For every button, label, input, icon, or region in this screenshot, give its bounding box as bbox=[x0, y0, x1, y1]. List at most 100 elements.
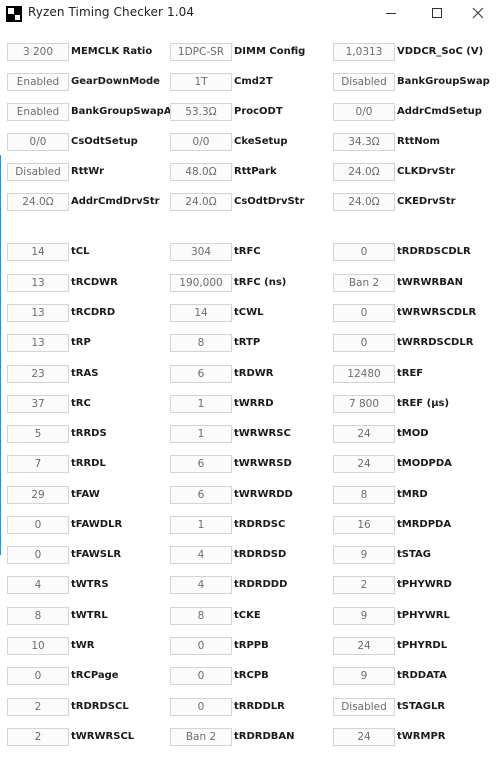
timing-value-field[interactable]: 24.0Ω bbox=[333, 193, 395, 211]
timing-value-field[interactable]: 0 bbox=[170, 698, 232, 716]
timing-value-field[interactable]: 34.3Ω bbox=[333, 133, 395, 151]
timing-value-field[interactable]: 37 bbox=[7, 395, 69, 413]
timing-value-field[interactable]: 24 bbox=[333, 637, 395, 655]
timing-value-field[interactable]: 13 bbox=[7, 334, 69, 352]
timing-value-field[interactable]: 1,0313 bbox=[333, 43, 395, 61]
timing-value-field[interactable]: 8 bbox=[170, 334, 232, 352]
timing-label: RttWr bbox=[71, 166, 105, 177]
timing-value-field[interactable]: Enabled bbox=[7, 73, 69, 91]
timing-value-field[interactable]: 6 bbox=[170, 455, 232, 473]
timing-value-field[interactable]: 13 bbox=[7, 274, 69, 292]
timing-value-field[interactable]: 2 bbox=[333, 576, 395, 594]
timing-value-field[interactable]: 0 bbox=[333, 334, 395, 352]
minimize-button[interactable] bbox=[368, 0, 414, 26]
timing-label: Cmd2T bbox=[234, 76, 273, 87]
timing-value-field[interactable]: 53.3Ω bbox=[170, 103, 232, 121]
timing-label: tMOD bbox=[397, 428, 429, 439]
timing-value-field[interactable]: 23 bbox=[7, 365, 69, 383]
timing-label: AddrCmdDrvStr bbox=[71, 196, 160, 207]
timing-label: tWRRDSCDLR bbox=[397, 337, 474, 348]
maximize-button[interactable] bbox=[414, 0, 460, 26]
timing-value-field[interactable]: 24.0Ω bbox=[170, 193, 232, 211]
timing-value-field[interactable]: Disabled bbox=[333, 698, 395, 716]
timing-value-field[interactable]: 10 bbox=[7, 637, 69, 655]
timing-value-field[interactable]: 2 bbox=[7, 698, 69, 716]
timing-value-field[interactable]: 0 bbox=[170, 637, 232, 655]
timing-value-field[interactable]: 2 bbox=[7, 728, 69, 746]
timing-value-field[interactable]: 24 bbox=[333, 455, 395, 473]
timing-value-field[interactable]: 8 bbox=[7, 607, 69, 625]
timing-value-field[interactable]: 8 bbox=[170, 607, 232, 625]
timing-value-field[interactable]: 24.0Ω bbox=[333, 163, 395, 181]
close-button[interactable] bbox=[455, 0, 501, 26]
timing-value-field[interactable]: 304 bbox=[170, 243, 232, 261]
timing-value-field[interactable]: 9 bbox=[333, 607, 395, 625]
timing-value-field[interactable]: 7 800 bbox=[333, 395, 395, 413]
timing-value-field[interactable]: 9 bbox=[333, 546, 395, 564]
timing-value-field[interactable]: 1 bbox=[170, 395, 232, 413]
timing-value-field[interactable]: 6 bbox=[170, 486, 232, 504]
timing-label: RttNom bbox=[397, 136, 440, 147]
timing-value-field[interactable]: 0/0 bbox=[7, 133, 69, 151]
timing-label: tRRDDLR bbox=[234, 701, 285, 712]
timing-label: tWRWRSCL bbox=[71, 731, 135, 742]
timing-value-field[interactable]: 9 bbox=[333, 667, 395, 685]
timing-label: tRDRDDD bbox=[234, 579, 288, 590]
timing-value-field[interactable]: 13 bbox=[7, 304, 69, 322]
timing-value-field[interactable]: Disabled bbox=[333, 73, 395, 91]
timing-value-field[interactable]: Ban 2 bbox=[333, 274, 395, 292]
timing-value-field[interactable]: 4 bbox=[7, 576, 69, 594]
timing-label: tPHYWRL bbox=[397, 610, 450, 621]
timing-label: tRCDRD bbox=[71, 307, 116, 318]
timing-value-field[interactable]: 0 bbox=[333, 304, 395, 322]
timing-value-field[interactable]: 4 bbox=[170, 576, 232, 594]
app-logo-icon bbox=[6, 6, 22, 22]
timing-value-field[interactable]: Disabled bbox=[7, 163, 69, 181]
timing-label: GearDownMode bbox=[71, 76, 160, 87]
timing-value-field[interactable]: 0 bbox=[7, 516, 69, 534]
timing-label: tMRDPDA bbox=[397, 519, 452, 530]
timing-value-field[interactable]: 0 bbox=[170, 667, 232, 685]
timing-value-field[interactable]: 16 bbox=[333, 516, 395, 534]
timing-value-field[interactable]: 0 bbox=[7, 667, 69, 685]
timing-label: tRP bbox=[71, 337, 91, 348]
timing-label: tRDRDSC bbox=[234, 519, 286, 530]
timing-value-field[interactable]: 1 bbox=[170, 516, 232, 534]
timing-value-field[interactable]: 0/0 bbox=[170, 133, 232, 151]
timing-label: tPHYRDL bbox=[397, 640, 448, 651]
timing-value-field[interactable]: 0/0 bbox=[333, 103, 395, 121]
timing-label: tCKE bbox=[234, 610, 261, 621]
timing-value-field[interactable]: 14 bbox=[170, 304, 232, 322]
timing-label: tRDRDSD bbox=[234, 549, 287, 560]
timing-value-field[interactable]: 12480 bbox=[333, 365, 395, 383]
timing-value-field[interactable]: 48.0Ω bbox=[170, 163, 232, 181]
timing-value-field[interactable]: 24 bbox=[333, 425, 395, 443]
timing-value-field[interactable]: Ban 2 bbox=[170, 728, 232, 746]
timing-value-field[interactable]: 24.0Ω bbox=[7, 193, 69, 211]
timing-value-field[interactable]: 7 bbox=[7, 455, 69, 473]
timing-label: tRDDATA bbox=[397, 670, 447, 681]
timing-value-field[interactable]: 24 bbox=[333, 728, 395, 746]
timing-value-field[interactable]: 14 bbox=[7, 243, 69, 261]
timing-label: tSTAG bbox=[397, 549, 431, 560]
timing-value-field[interactable]: 0 bbox=[7, 546, 69, 564]
timing-value-field[interactable]: 8 bbox=[333, 486, 395, 504]
timing-label: tMRD bbox=[397, 489, 428, 500]
timing-value-field[interactable]: 29 bbox=[7, 486, 69, 504]
timing-value-field[interactable]: 4 bbox=[170, 546, 232, 564]
timing-value-field[interactable]: 1DPC-SR bbox=[170, 43, 232, 61]
timing-label: tRTP bbox=[234, 337, 261, 348]
timing-value-field[interactable]: 5 bbox=[7, 425, 69, 443]
timing-value-field[interactable]: 1T bbox=[170, 73, 232, 91]
timing-value-field[interactable]: 3 200 bbox=[7, 43, 69, 61]
timing-label: tRCDWR bbox=[71, 277, 118, 288]
timing-value-field[interactable]: 1 bbox=[170, 425, 232, 443]
timing-value-field[interactable]: 6 bbox=[170, 365, 232, 383]
timing-label: RttPark bbox=[234, 166, 277, 177]
timing-label: tFAW bbox=[71, 489, 100, 500]
timing-label: tRDRDSCL bbox=[71, 701, 129, 712]
title-bar[interactable]: Ryzen Timing Checker 1.04 bbox=[0, 0, 501, 28]
timing-value-field[interactable]: 0 bbox=[333, 243, 395, 261]
timing-value-field[interactable]: 190,000 bbox=[170, 274, 232, 292]
timing-value-field[interactable]: Enabled bbox=[7, 103, 69, 121]
